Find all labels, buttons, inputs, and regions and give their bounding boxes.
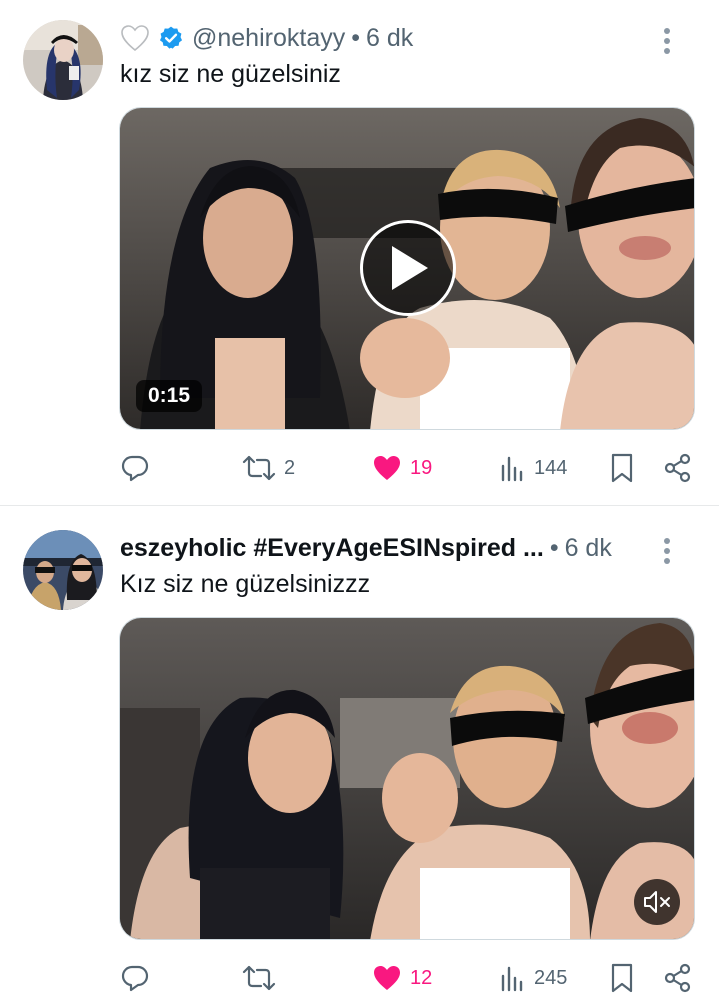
video-thumbnail	[120, 618, 694, 939]
more-options-icon[interactable]	[663, 28, 671, 54]
reply-icon	[121, 965, 149, 992]
bookmark-icon	[611, 963, 633, 993]
avatar[interactable]	[23, 530, 103, 610]
tweet-1[interactable]: @nehiroktayy • 6 dk kız siz ne güzelsini…	[0, 0, 719, 506]
like-button[interactable]: 12	[372, 960, 432, 996]
video-player[interactable]: 0:15	[119, 107, 695, 430]
retweet-icon	[242, 455, 276, 481]
views-button[interactable]: 144	[500, 450, 567, 486]
separator-dot: •	[351, 23, 360, 52]
tweet-header: @nehiroktayy • 6 dk	[120, 21, 701, 55]
bookmark-button[interactable]	[610, 960, 634, 996]
like-count: 12	[410, 966, 433, 989]
share-icon	[664, 453, 691, 483]
tweet-actions: 12 245	[120, 960, 696, 996]
reply-button[interactable]	[120, 450, 150, 486]
bookmark-button[interactable]	[610, 450, 634, 486]
display-name[interactable]: eszeyholic #EveryAgeESINspired ...	[120, 534, 544, 563]
more-options-icon[interactable]	[663, 538, 671, 564]
user-handle[interactable]: @nehiroktayy	[192, 24, 345, 53]
heart-filled-icon	[374, 456, 400, 480]
retweet-button[interactable]	[242, 960, 276, 996]
video-player[interactable]	[119, 617, 695, 940]
view-count: 144	[534, 456, 568, 479]
like-button[interactable]: 19	[372, 450, 432, 486]
share-icon	[664, 963, 691, 993]
video-duration: 0:15	[136, 380, 203, 412]
verified-badge-icon	[159, 26, 183, 49]
tweet-header: eszeyholic #EveryAgeESINspired ... • 6 d…	[120, 531, 701, 565]
retweet-count: 2	[284, 456, 296, 479]
bookmark-icon	[611, 453, 633, 483]
tweet-text: kız siz ne güzelsiniz	[120, 60, 341, 88]
muted-speaker-icon	[644, 891, 670, 913]
share-button[interactable]	[664, 960, 692, 996]
heart-filled-icon	[374, 966, 400, 990]
views-button[interactable]: 245	[500, 960, 567, 996]
separator-dot: •	[549, 533, 559, 562]
share-button[interactable]	[664, 450, 692, 486]
like-count: 19	[410, 456, 433, 479]
mute-button[interactable]	[634, 879, 680, 925]
view-count: 245	[534, 966, 568, 989]
views-chart-icon	[501, 966, 523, 992]
views-chart-icon	[501, 456, 523, 482]
reply-button[interactable]	[120, 960, 150, 996]
tweet-text: Kız siz ne güzelsinizzz	[120, 570, 371, 598]
tweet-2[interactable]: eszeyholic #EveryAgeESINspired ... • 6 d…	[0, 507, 719, 1007]
play-button[interactable]	[360, 220, 456, 316]
reply-icon	[121, 455, 149, 482]
retweet-button[interactable]: 2	[242, 450, 295, 486]
retweet-icon	[242, 965, 276, 991]
play-icon	[392, 246, 428, 290]
tweet-time[interactable]: 6 dk	[366, 24, 413, 53]
white-heart-icon	[121, 25, 149, 52]
avatar[interactable]	[23, 20, 103, 100]
tweet-actions: 2 19 144	[120, 450, 696, 486]
tweet-time[interactable]: 6 dk	[565, 534, 612, 563]
